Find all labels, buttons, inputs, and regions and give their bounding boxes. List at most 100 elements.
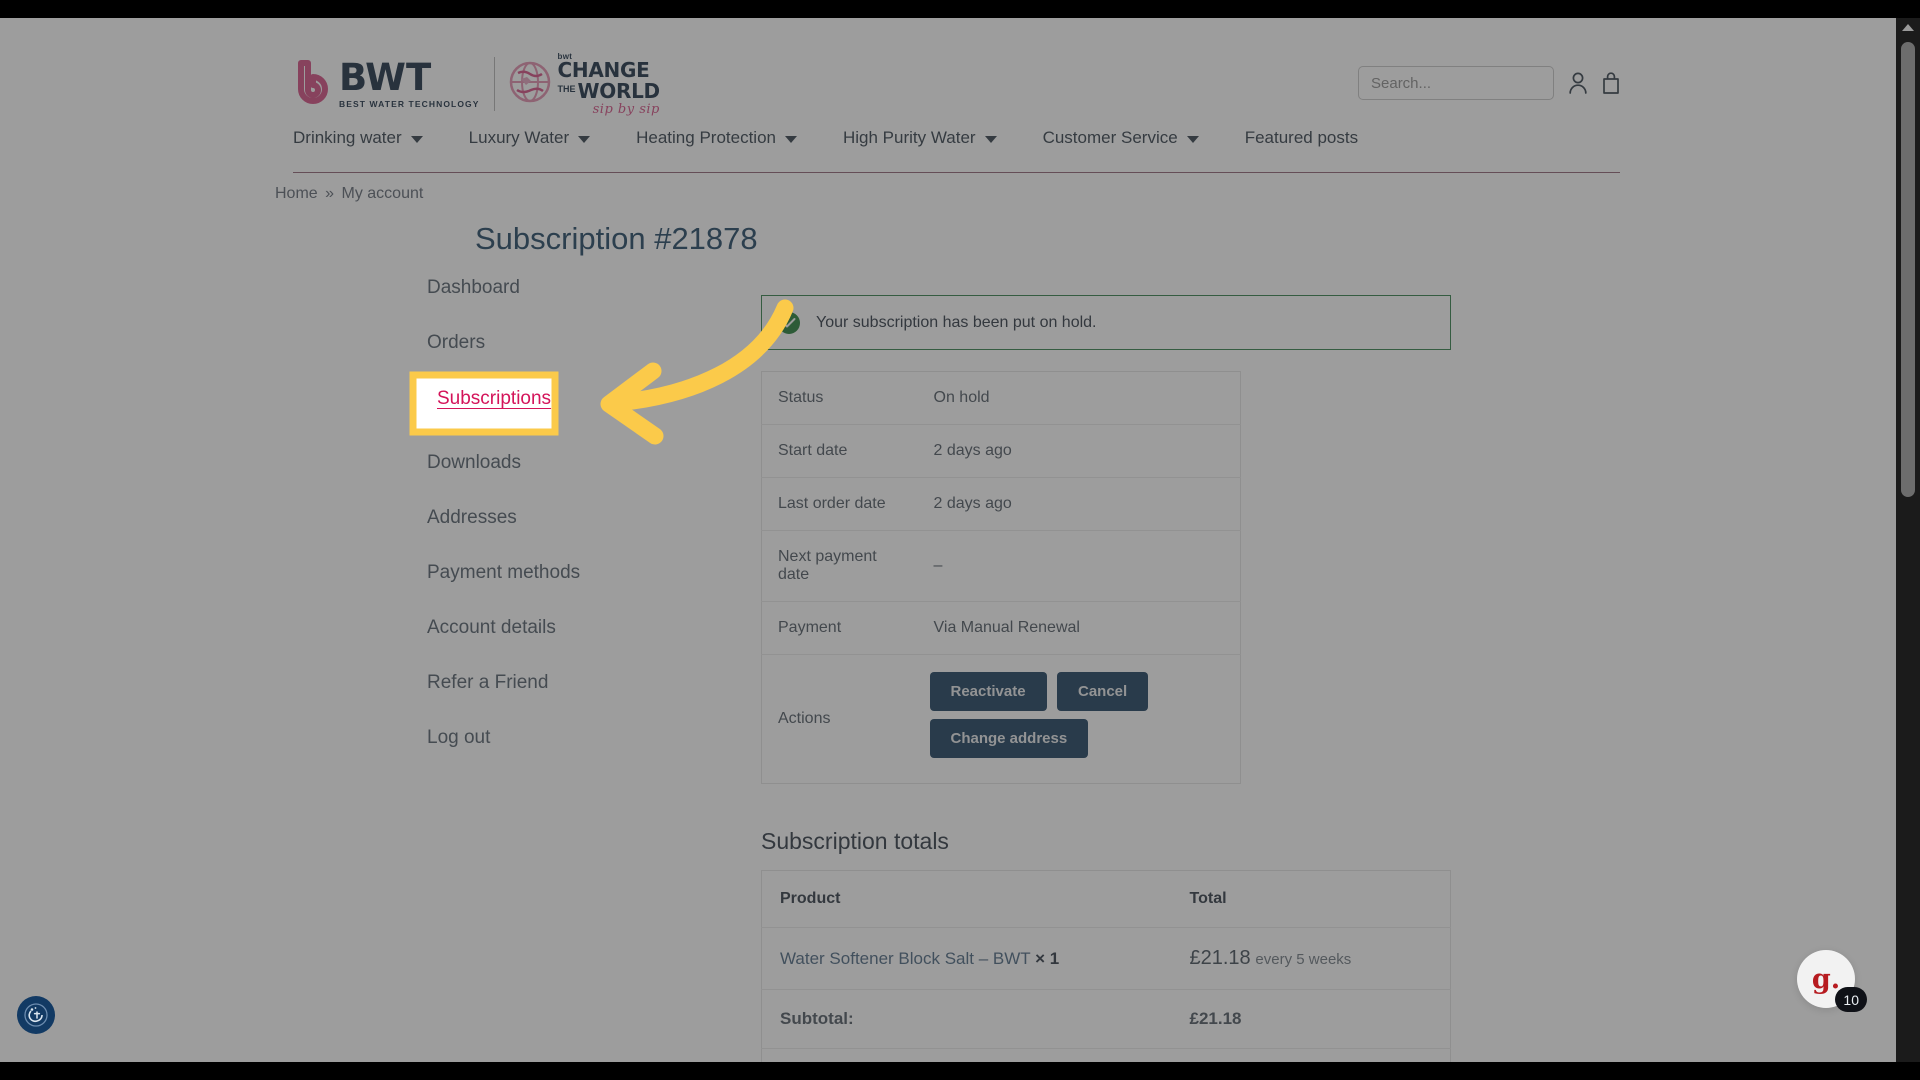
status-banner-success: Your subscription has been put on hold. bbox=[761, 295, 1451, 350]
detail-value-last-order-date: 2 days ago bbox=[933, 495, 1012, 512]
detail-label-start-date: Start date bbox=[778, 442, 848, 459]
detail-value-actions: Reactivate Cancel Change address bbox=[918, 655, 1241, 784]
sidebar-item-dashboard[interactable]: Dashboard bbox=[427, 276, 657, 300]
detail-label-last-order-date: Last order date bbox=[778, 495, 886, 512]
line-item-price: £21.18 bbox=[1189, 947, 1251, 969]
site-logo[interactable]: BWT BEST WATER TECHNOLOGY bwt CHANGE THE… bbox=[293, 51, 660, 117]
sidebar-item-refer-a-friend[interactable]: Refer a Friend bbox=[427, 671, 657, 695]
globe-icon bbox=[509, 61, 551, 108]
subscription-totals-heading: Subscription totals bbox=[761, 828, 949, 854]
detail-value-status: On hold bbox=[933, 389, 990, 406]
sidebar-item-log-out[interactable]: Log out bbox=[427, 726, 657, 750]
product-link[interactable]: Water Softener Block Salt – BWT bbox=[780, 949, 1030, 968]
page-title: Subscription #21878 bbox=[475, 221, 758, 256]
chat-widget-logo: g. bbox=[1811, 963, 1841, 995]
reactivate-button[interactable]: Reactivate bbox=[929, 672, 1047, 711]
subscription-detail-main: Your subscription has been put on hold. … bbox=[761, 295, 1451, 1062]
bwt-wordmark: BWT BEST WATER TECHNOLOGY bbox=[339, 59, 480, 110]
nav-label: Luxury Water bbox=[468, 128, 570, 147]
scroll-up-arrow-icon[interactable] bbox=[1902, 24, 1914, 31]
breadcrumb-separator: » bbox=[325, 185, 335, 202]
scrollbar-thumb[interactable] bbox=[1901, 42, 1915, 497]
nav-item-heating-protection[interactable]: Heating Protection bbox=[636, 123, 797, 148]
nav-item-high-purity-water[interactable]: High Purity Water bbox=[843, 123, 997, 148]
nav-item-featured-posts[interactable]: Featured posts bbox=[1245, 123, 1358, 148]
sidebar-item-subscriptions[interactable]: Subscriptions bbox=[410, 377, 559, 429]
table-row: Last order date 2 days ago bbox=[761, 478, 1241, 531]
bwt-logo: BWT BEST WATER TECHNOLOGY bbox=[293, 59, 480, 109]
chat-unread-badge: 10 bbox=[1835, 987, 1867, 1012]
breadcrumb-home-link[interactable]: Home bbox=[275, 185, 318, 202]
user-account-icon[interactable] bbox=[1568, 72, 1588, 94]
page-content: BWT BEST WATER TECHNOLOGY bwt CHANGE THE… bbox=[0, 18, 1872, 1062]
ctw-script-label: sip by sip bbox=[592, 102, 660, 117]
chevron-down-icon bbox=[1186, 136, 1199, 143]
detail-label-status: Status bbox=[778, 389, 824, 406]
table-row: Discount: -£21.18 bbox=[762, 1049, 1451, 1063]
logo-divider bbox=[493, 57, 495, 111]
summary-value-subtotal: £21.18 bbox=[1189, 1009, 1242, 1028]
detail-label-next-payment-date: Next payment date bbox=[778, 548, 877, 583]
chat-widget-button[interactable]: g. 10 bbox=[1797, 950, 1867, 1012]
table-row: Subtotal: £21.18 bbox=[761, 990, 1451, 1049]
sidebar-item-label: Subscriptions bbox=[427, 392, 542, 413]
quantity-separator: × bbox=[1035, 948, 1046, 968]
account-sidebar-nav: Dashboard Orders Subscriptions Downloads… bbox=[410, 276, 657, 781]
sidebar-item-label: Orders bbox=[427, 332, 486, 353]
site-header: BWT BEST WATER TECHNOLOGY bwt CHANGE THE… bbox=[0, 18, 1872, 173]
chevron-down-icon bbox=[578, 136, 591, 143]
sidebar-item-label: Refer a Friend bbox=[427, 672, 549, 693]
cancel-button[interactable]: Cancel bbox=[1057, 672, 1149, 711]
sidebar-item-label: Account details bbox=[427, 617, 556, 638]
nav-label: Drinking water bbox=[293, 128, 402, 147]
check-circle-icon bbox=[778, 311, 800, 334]
change-address-button[interactable]: Change address bbox=[929, 719, 1089, 758]
sidebar-item-label: Addresses bbox=[427, 507, 517, 528]
bwt-tagline: BEST WATER TECHNOLOGY bbox=[339, 99, 480, 109]
sidebar-item-payment-methods[interactable]: Payment methods bbox=[427, 561, 657, 585]
water-drop-icon bbox=[293, 59, 334, 105]
sidebar-item-downloads[interactable]: Downloads bbox=[427, 451, 657, 475]
nav-label: Featured posts bbox=[1244, 128, 1359, 147]
sidebar-item-label: Log out bbox=[427, 727, 491, 748]
browser-viewport: BWT BEST WATER TECHNOLOGY bwt CHANGE THE… bbox=[0, 18, 1896, 1062]
subscription-totals-table: Product Total Water Softener Block Salt … bbox=[761, 870, 1451, 1062]
table-row: Start date 2 days ago bbox=[761, 425, 1241, 478]
detail-value-start-date: 2 days ago bbox=[933, 442, 1012, 459]
detail-label-actions: Actions bbox=[778, 710, 831, 727]
sidebar-item-label: Payment methods bbox=[427, 562, 581, 583]
chevron-down-icon bbox=[984, 136, 997, 143]
browser-chrome-top-bar bbox=[0, 0, 1920, 18]
breadcrumb-current: My account bbox=[341, 185, 424, 202]
line-item-total-cell: £21.18 every 5 weeks bbox=[1172, 928, 1451, 990]
line-item-product-cell: Water Softener Block Salt – BWT × 1 bbox=[762, 928, 1172, 990]
subscription-details-table: Status On hold Start date 2 days ago Las… bbox=[761, 371, 1241, 784]
change-the-world-wordmark: bwt CHANGE THE WORLD sip by sip bbox=[557, 51, 661, 118]
nav-label: Customer Service bbox=[1042, 128, 1178, 147]
nav-label: High Purity Water bbox=[843, 128, 976, 147]
ctw-the-world-line: THE WORLD bbox=[557, 80, 661, 101]
ctw-the-label: THE bbox=[557, 84, 576, 94]
page-scrollbar[interactable] bbox=[1896, 18, 1920, 1062]
detail-label-payment: Payment bbox=[778, 619, 842, 636]
table-row: Status On hold bbox=[761, 372, 1241, 425]
chevron-down-icon bbox=[785, 136, 797, 143]
sidebar-item-account-details[interactable]: Account details bbox=[427, 616, 657, 640]
sidebar-item-addresses[interactable]: Addresses bbox=[427, 506, 657, 530]
table-row: Payment Via Manual Renewal bbox=[761, 602, 1241, 655]
browser-chrome-bottom-bar bbox=[0, 1062, 1920, 1080]
sidebar-item-orders[interactable]: Orders bbox=[427, 331, 657, 355]
search-input[interactable] bbox=[1358, 66, 1554, 100]
sidebar-item-label: Downloads bbox=[427, 452, 521, 473]
summary-label-discount: Discount: bbox=[762, 1049, 1172, 1063]
nav-item-luxury-water[interactable]: Luxury Water bbox=[468, 123, 591, 148]
nav-item-customer-service[interactable]: Customer Service bbox=[1043, 123, 1199, 148]
summary-label-subtotal: Subtotal: bbox=[780, 1009, 854, 1028]
accessibility-icon bbox=[24, 1003, 48, 1027]
nav-label: Heating Protection bbox=[636, 128, 776, 147]
shopping-bag-icon[interactable] bbox=[1602, 72, 1620, 94]
accessibility-widget-button[interactable] bbox=[17, 996, 55, 1034]
ctw-change-label: CHANGE bbox=[557, 58, 650, 82]
column-header-product: Product bbox=[780, 890, 841, 907]
nav-item-drinking-water[interactable]: Drinking water bbox=[293, 123, 423, 148]
